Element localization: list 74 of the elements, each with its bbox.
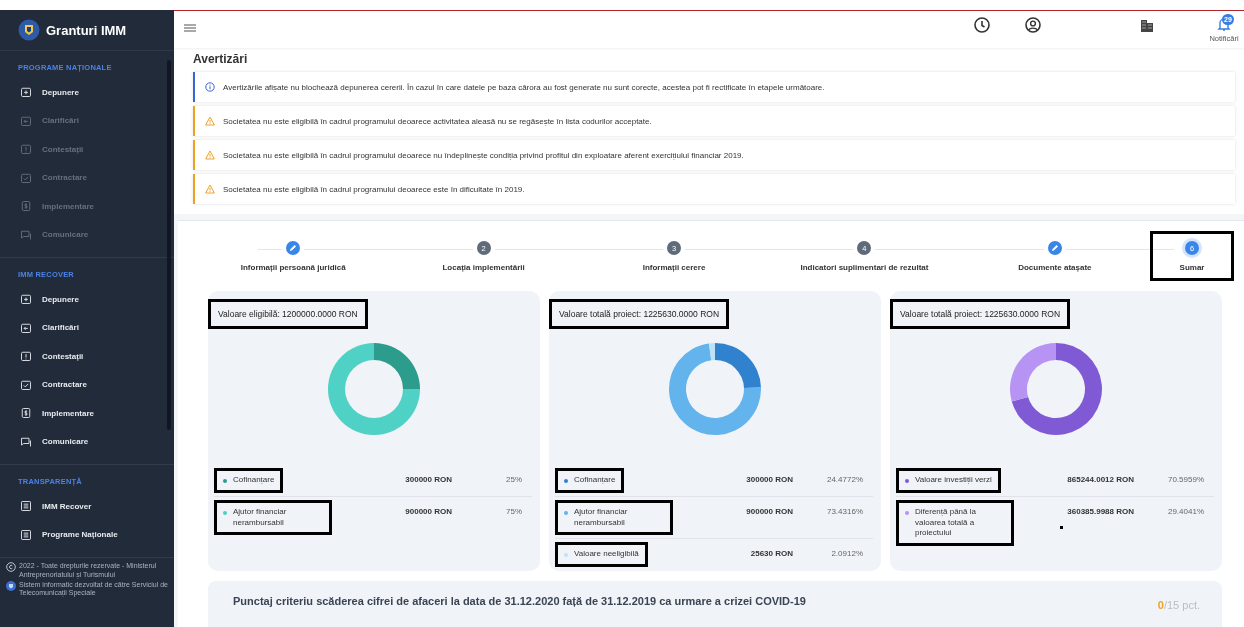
nav-item[interactable]: Depunere	[0, 78, 174, 107]
emblem-icon	[6, 580, 16, 591]
info-icon	[205, 82, 215, 92]
nav-item[interactable]: Contestații	[0, 342, 174, 371]
alert-text: Societatea nu este eligibilă în cadrul programului deoarece activitatea aleasă nu se regăsește în lista codurilor acceptate.	[223, 116, 652, 126]
legend-label: Ajutor financiar nerambursabil	[214, 499, 332, 536]
legend-percent: 25%	[505, 474, 523, 484]
card-title: Valoare totală proiect: 1225630.0000 RON	[890, 299, 1071, 329]
legend-label: Ajutor financiar nerambursabil	[555, 499, 673, 536]
legend-amount: 900000 RON	[746, 506, 793, 516]
chat-icon	[20, 435, 32, 448]
warning-icon	[205, 184, 215, 194]
legend-label: Valoare investiții verzi	[896, 468, 1001, 493]
score-max: /15 pct.	[1163, 599, 1200, 611]
list-icon	[20, 500, 32, 513]
list-icon	[20, 528, 32, 541]
alert-icon	[20, 143, 32, 156]
dollar-icon	[20, 407, 32, 420]
alert-text: Avertizările afișate nu blochează depunerea cererii. În cazul în care datele pe baza cărora au fost generate nu sunt corecte, acestea pot fi rectificate în etapele următoare.	[223, 82, 825, 92]
warning-icon	[205, 150, 215, 160]
back-icon	[20, 321, 32, 334]
section-title: Avertizări	[193, 52, 249, 66]
warning-icon	[205, 116, 215, 126]
wizard-step[interactable]: Informații persoană juridică	[198, 239, 389, 281]
nav-item[interactable]: IMM Recover	[0, 492, 174, 521]
notification-bell-icon[interactable]	[1216, 16, 1232, 32]
legend-label: Valoare neeligibilă	[555, 542, 648, 568]
alert-icon	[20, 350, 32, 363]
app-title: Granturi IMM	[46, 22, 127, 38]
user-icon[interactable]	[1024, 16, 1042, 34]
legend-amount: 300000 RON	[405, 475, 452, 484]
pencil-icon	[1047, 241, 1062, 255]
nav-item[interactable]: Implementare	[0, 399, 174, 428]
step-label: Locația implementării	[442, 263, 525, 272]
alert-text: Societatea nu este eligibilă în cadrul programului deoarece este în dificultate în 2019.	[223, 184, 525, 194]
legend-label: Diferență până la valoarea totală a proiectului	[896, 499, 1014, 547]
legend-amount: 25630 RON	[750, 549, 793, 559]
legend-label: Cofinanțare	[555, 468, 625, 493]
step-label: Informații persoană juridică	[240, 263, 346, 272]
step-label: Informații cerere	[642, 263, 706, 272]
nav-item[interactable]: Programe Naționale	[0, 520, 174, 549]
score-criterion: Punctaj criteriu scăderea cifrei de afaceri la data de 31.12.2020 față de 31.12.2019 ca urmare a crizei COVID-19	[233, 595, 806, 607]
chat-icon	[20, 228, 32, 241]
nav-item[interactable]: Comunicare	[0, 427, 174, 456]
check-icon	[20, 171, 32, 184]
nav-item[interactable]: Clarificări	[0, 313, 174, 342]
nav-item[interactable]: Depunere	[0, 285, 174, 314]
pencil-icon	[286, 241, 301, 255]
card-title: Valoare totală proiect: 1225630.0000 RON	[549, 299, 730, 329]
step-label: Sumar	[1179, 263, 1205, 272]
card-title: Valoare eligibilă: 1200000.0000 RON	[208, 299, 368, 329]
check-icon	[20, 378, 32, 391]
legend-percent: 29.4041%	[1166, 505, 1205, 516]
legend-percent: 2.0912%	[830, 548, 864, 559]
legend-label: Cofinanțare	[214, 468, 284, 493]
copyright-icon	[6, 562, 16, 572]
wizard-step[interactable]: Documente atașate	[959, 239, 1151, 281]
step-label: Indicatori suplimentari de rezultat	[800, 263, 929, 272]
alert-text: Societatea nu este eligibilă în cadrul programului deoarece nu îndeplinește condiția privind profitul din exploatare aferent exercițiului financiar 2019.	[223, 150, 744, 160]
emblem-icon	[18, 19, 40, 41]
legend-percent: 75%	[505, 505, 523, 516]
back-icon	[20, 114, 32, 127]
step-label: Documente atașate	[1018, 263, 1092, 272]
legend-percent: 73.4316%	[825, 505, 864, 516]
score-value: 0	[1157, 599, 1164, 611]
legend-percent: 24.4772%	[825, 474, 864, 484]
clock-icon[interactable]	[973, 16, 991, 34]
legend-percent: 70.5959%	[1166, 474, 1205, 484]
nav-item[interactable]: Contractare	[0, 370, 174, 399]
legend-amount: 360385.9988 RON	[1067, 506, 1134, 516]
dollar-icon	[20, 200, 32, 213]
legend-amount: 900000 RON	[405, 506, 452, 516]
legend-amount: 300000 RON	[746, 475, 793, 484]
legend-amount: 865244.0012 RON	[1067, 475, 1134, 484]
